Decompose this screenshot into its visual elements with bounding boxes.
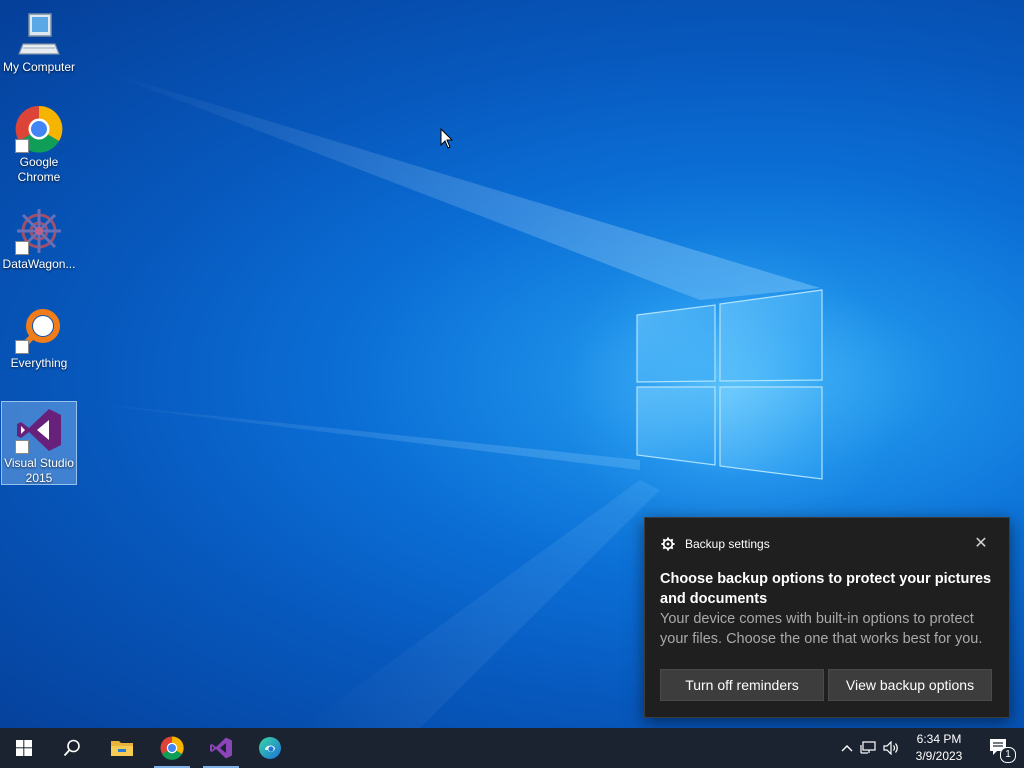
shortcut-arrow-icon bbox=[15, 340, 29, 354]
desktop[interactable]: My Computer Google Chrome DataWagon... E… bbox=[0, 0, 1024, 728]
shortcut-arrow-icon bbox=[15, 139, 29, 153]
shortcut-arrow-icon bbox=[15, 440, 29, 454]
taskbar-visual-studio[interactable] bbox=[197, 728, 245, 768]
volume-icon bbox=[883, 741, 898, 755]
toast-app-name: Backup settings bbox=[685, 537, 770, 551]
computer-icon bbox=[18, 13, 60, 55]
desktop-icon-my-computer[interactable]: My Computer bbox=[2, 6, 76, 75]
view-backup-options-button[interactable]: View backup options bbox=[828, 669, 992, 701]
network-icon bbox=[860, 741, 876, 754]
taskbar-file-explorer[interactable] bbox=[98, 728, 146, 768]
notification-count-badge: 1 bbox=[1000, 747, 1016, 763]
windows-logo-wallpaper-icon bbox=[636, 289, 823, 480]
backup-notification-toast[interactable]: Backup settings ✕ Choose backup options … bbox=[644, 517, 1010, 718]
taskbar-edge[interactable] bbox=[246, 728, 294, 768]
volume-button[interactable] bbox=[880, 728, 902, 768]
chevron-up-icon bbox=[841, 745, 853, 752]
taskbar: 6:34 PM 3/9/2023 1 bbox=[0, 728, 1024, 768]
desktop-icon-visual-studio-2015[interactable]: Visual Studio 2015 bbox=[1, 401, 77, 485]
shortcut-arrow-icon bbox=[15, 241, 29, 255]
search-button[interactable] bbox=[48, 728, 96, 768]
desktop-icon-label: My Computer bbox=[2, 60, 76, 74]
desktop-icon-datawagon[interactable]: DataWagon... bbox=[2, 203, 76, 272]
gear-icon bbox=[661, 537, 675, 551]
system-tray bbox=[838, 728, 902, 768]
visual-studio-icon bbox=[210, 737, 232, 759]
desktop-icon-label: Google Chrome bbox=[17, 155, 61, 184]
network-button[interactable] bbox=[856, 728, 880, 768]
file-explorer-icon bbox=[111, 741, 133, 756]
start-button[interactable] bbox=[0, 728, 48, 768]
close-icon[interactable]: ✕ bbox=[971, 533, 991, 553]
toast-body: Your device comes with built-in options … bbox=[660, 611, 983, 647]
start-icon bbox=[16, 740, 32, 756]
clock-date: 3/9/2023 bbox=[915, 749, 963, 763]
clock-time: 6:34 PM bbox=[916, 732, 962, 746]
desktop-icon-google-chrome[interactable]: Google Chrome bbox=[2, 103, 76, 185]
taskbar-clock[interactable]: 6:34 PM 3/9/2023 bbox=[908, 731, 970, 765]
show-hidden-icons-button[interactable] bbox=[838, 728, 856, 768]
desktop-icon-label: Everything bbox=[10, 356, 68, 370]
action-center-button[interactable]: 1 bbox=[976, 728, 1024, 768]
chrome-icon bbox=[160, 736, 184, 760]
toast-title: Choose backup options to protect your pi… bbox=[660, 571, 992, 607]
desktop-icon-label: Visual Studio 2015 bbox=[4, 456, 74, 485]
mouse-cursor-icon bbox=[440, 128, 454, 149]
toast-header: Backup settings bbox=[661, 536, 770, 552]
desktop-icon-label: DataWagon... bbox=[2, 257, 76, 271]
edge-icon bbox=[259, 737, 281, 759]
desktop-icon-everything[interactable]: Everything bbox=[2, 302, 76, 371]
search-icon bbox=[63, 739, 80, 757]
turn-off-reminders-button[interactable]: Turn off reminders bbox=[660, 669, 824, 701]
taskbar-chrome[interactable] bbox=[148, 728, 196, 768]
